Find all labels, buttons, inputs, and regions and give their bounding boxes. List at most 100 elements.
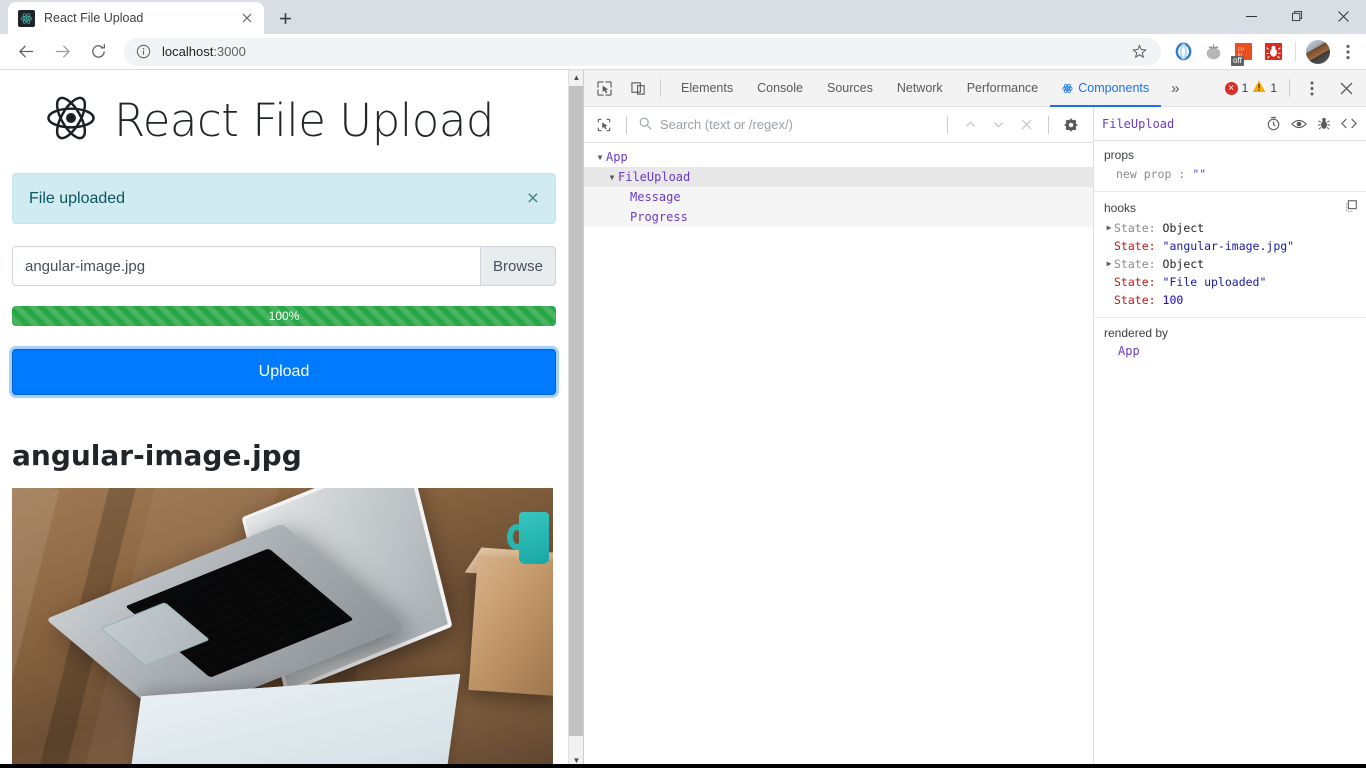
react-atom-logo-icon	[42, 92, 100, 149]
new-tab-button[interactable]	[270, 3, 300, 33]
browse-button[interactable]: Browse	[479, 246, 556, 286]
tomato-timer-icon[interactable]	[1199, 38, 1227, 66]
extensions-row: co lo off	[1169, 38, 1366, 66]
inspect-element-icon[interactable]	[590, 74, 618, 102]
tree-node-progress[interactable]: Progress	[584, 207, 1093, 227]
back-arrow-icon[interactable]	[12, 38, 40, 66]
devtools-close-icon[interactable]	[1332, 74, 1360, 102]
avatar[interactable]	[1304, 38, 1332, 66]
tab-label: Console	[757, 81, 803, 95]
forward-arrow-icon[interactable]	[48, 38, 76, 66]
page-scrollbar[interactable]: ▲ ▼	[568, 70, 584, 768]
minimize-icon[interactable]	[1228, 0, 1274, 32]
source-code-icon[interactable]	[1339, 114, 1358, 133]
tab-console[interactable]: Console	[745, 70, 815, 107]
component-tree: ▼ App ▼ FileUpload Message Progress	[584, 143, 1093, 768]
inspected-component-name: FileUpload	[1102, 116, 1175, 131]
colorzilla-extension-icon[interactable]: co lo off	[1229, 38, 1257, 66]
browser-tab[interactable]: React File Upload	[8, 2, 264, 34]
gear-icon[interactable]	[1057, 111, 1085, 139]
error-icon: ×	[1224, 81, 1238, 95]
chevron-up-icon[interactable]	[956, 111, 984, 139]
rendered-by-section: rendered by App	[1094, 318, 1366, 366]
devtools-kebab-menu-icon[interactable]	[1298, 74, 1326, 102]
tab-sources[interactable]: Sources	[815, 70, 885, 107]
copy-icon[interactable]	[1344, 199, 1358, 216]
page-title: React File Upload	[12, 92, 556, 149]
openid-extension-icon[interactable]	[1169, 38, 1197, 66]
browser-window: React File Upload localhost:3000 co off …	[0, 0, 1366, 768]
tree-node-label: Message	[630, 190, 681, 204]
hook-row[interactable]: State: "File uploaded"	[1104, 273, 1358, 291]
prop-key: new prop	[1116, 167, 1172, 181]
hook-row[interactable]: ▶ State: Object	[1104, 219, 1358, 237]
devtools-body: Search (text or /regex/) ▼ App ▼ FileUpl…	[584, 107, 1366, 768]
address-bar[interactable]: localhost:3000	[124, 37, 1161, 66]
page-info-icon[interactable]	[134, 43, 152, 61]
caret-down-icon[interactable]: ▼	[606, 173, 618, 182]
eye-icon[interactable]	[1289, 114, 1308, 133]
alert-close-icon[interactable]: ×	[527, 188, 539, 209]
prop-separator: :	[1178, 167, 1186, 181]
tab-elements[interactable]: Elements	[669, 70, 745, 107]
tree-node-fileupload[interactable]: ▼ FileUpload	[584, 167, 1093, 187]
file-name-input[interactable]: angular-image.jpg	[12, 246, 480, 286]
tab-network[interactable]: Network	[885, 70, 955, 107]
chevron-down-icon[interactable]	[984, 111, 1012, 139]
rendered-by-component[interactable]: App	[1104, 344, 1356, 358]
search-input[interactable]: Search (text or /regex/)	[635, 117, 939, 133]
scroll-up-arrow-icon[interactable]: ▲	[569, 70, 584, 85]
bookmark-star-icon[interactable]	[1127, 40, 1151, 64]
upload-progress: 100%	[12, 306, 556, 326]
uploaded-file-heading: angular-image.jpg	[12, 439, 302, 472]
devtools-toolbar: Elements Console Sources Network Perform…	[584, 70, 1366, 107]
caret-right-icon[interactable]: ▶	[1104, 255, 1114, 273]
hook-row[interactable]: State: "angular-image.jpg"	[1104, 237, 1358, 255]
maximize-icon[interactable]	[1274, 0, 1320, 32]
hooks-label-text: hooks	[1104, 200, 1137, 215]
hook-row[interactable]: ▶ State: Object	[1104, 255, 1358, 273]
extension-badge-off: off	[1231, 55, 1244, 66]
status-alert: File uploaded ×	[12, 173, 556, 224]
bug-icon[interactable]	[1314, 114, 1333, 133]
scrollbar-thumb[interactable]	[569, 86, 584, 736]
hook-key: State:	[1114, 293, 1156, 307]
hook-row[interactable]: State: 100	[1104, 291, 1358, 309]
bug-extension-icon[interactable]	[1259, 38, 1287, 66]
tab-label: Performance	[966, 81, 1039, 95]
prop-row[interactable]: new prop : ""	[1104, 165, 1358, 183]
upload-button[interactable]: Upload	[12, 349, 556, 395]
tab-performance[interactable]: Performance	[955, 70, 1051, 107]
clear-search-icon[interactable]	[1012, 111, 1040, 139]
more-tabs-button[interactable]: »	[1161, 70, 1189, 107]
error-badge[interactable]: × 1	[1224, 81, 1249, 95]
devtools-tab-list: Elements Console Sources Network Perform…	[669, 70, 1189, 107]
tree-node-message[interactable]: Message	[584, 187, 1093, 207]
timer-icon[interactable]	[1264, 114, 1283, 133]
device-toolbar-icon[interactable]	[624, 74, 652, 102]
tree-node-label: App	[606, 150, 628, 164]
tab-components[interactable]: Components	[1050, 70, 1161, 107]
window-close-icon[interactable]	[1320, 0, 1366, 32]
tab-close-icon[interactable]	[238, 9, 256, 27]
app-title-text: React File Upload	[114, 94, 494, 147]
hook-value: "angular-image.jpg"	[1162, 239, 1295, 253]
select-component-icon[interactable]	[590, 111, 618, 139]
error-count: 1	[1241, 81, 1249, 95]
toolbar-divider	[1289, 79, 1290, 97]
chrome-menu-icon[interactable]	[1334, 38, 1362, 66]
rendered-by-label: rendered by	[1104, 326, 1169, 340]
toolbar-divider	[1295, 42, 1296, 61]
toolbar-divider	[660, 79, 661, 97]
caret-down-icon[interactable]: ▼	[594, 153, 606, 162]
caret-right-icon[interactable]: ▶	[1104, 219, 1114, 237]
warning-badge[interactable]: 1	[1252, 80, 1277, 96]
hook-key: State:	[1114, 221, 1156, 235]
browser-toolbar: localhost:3000 co off	[0, 34, 1366, 70]
reload-icon[interactable]	[84, 38, 112, 66]
tree-node-app[interactable]: ▼ App	[584, 147, 1093, 167]
components-searchbar: Search (text or /regex/)	[584, 107, 1093, 143]
